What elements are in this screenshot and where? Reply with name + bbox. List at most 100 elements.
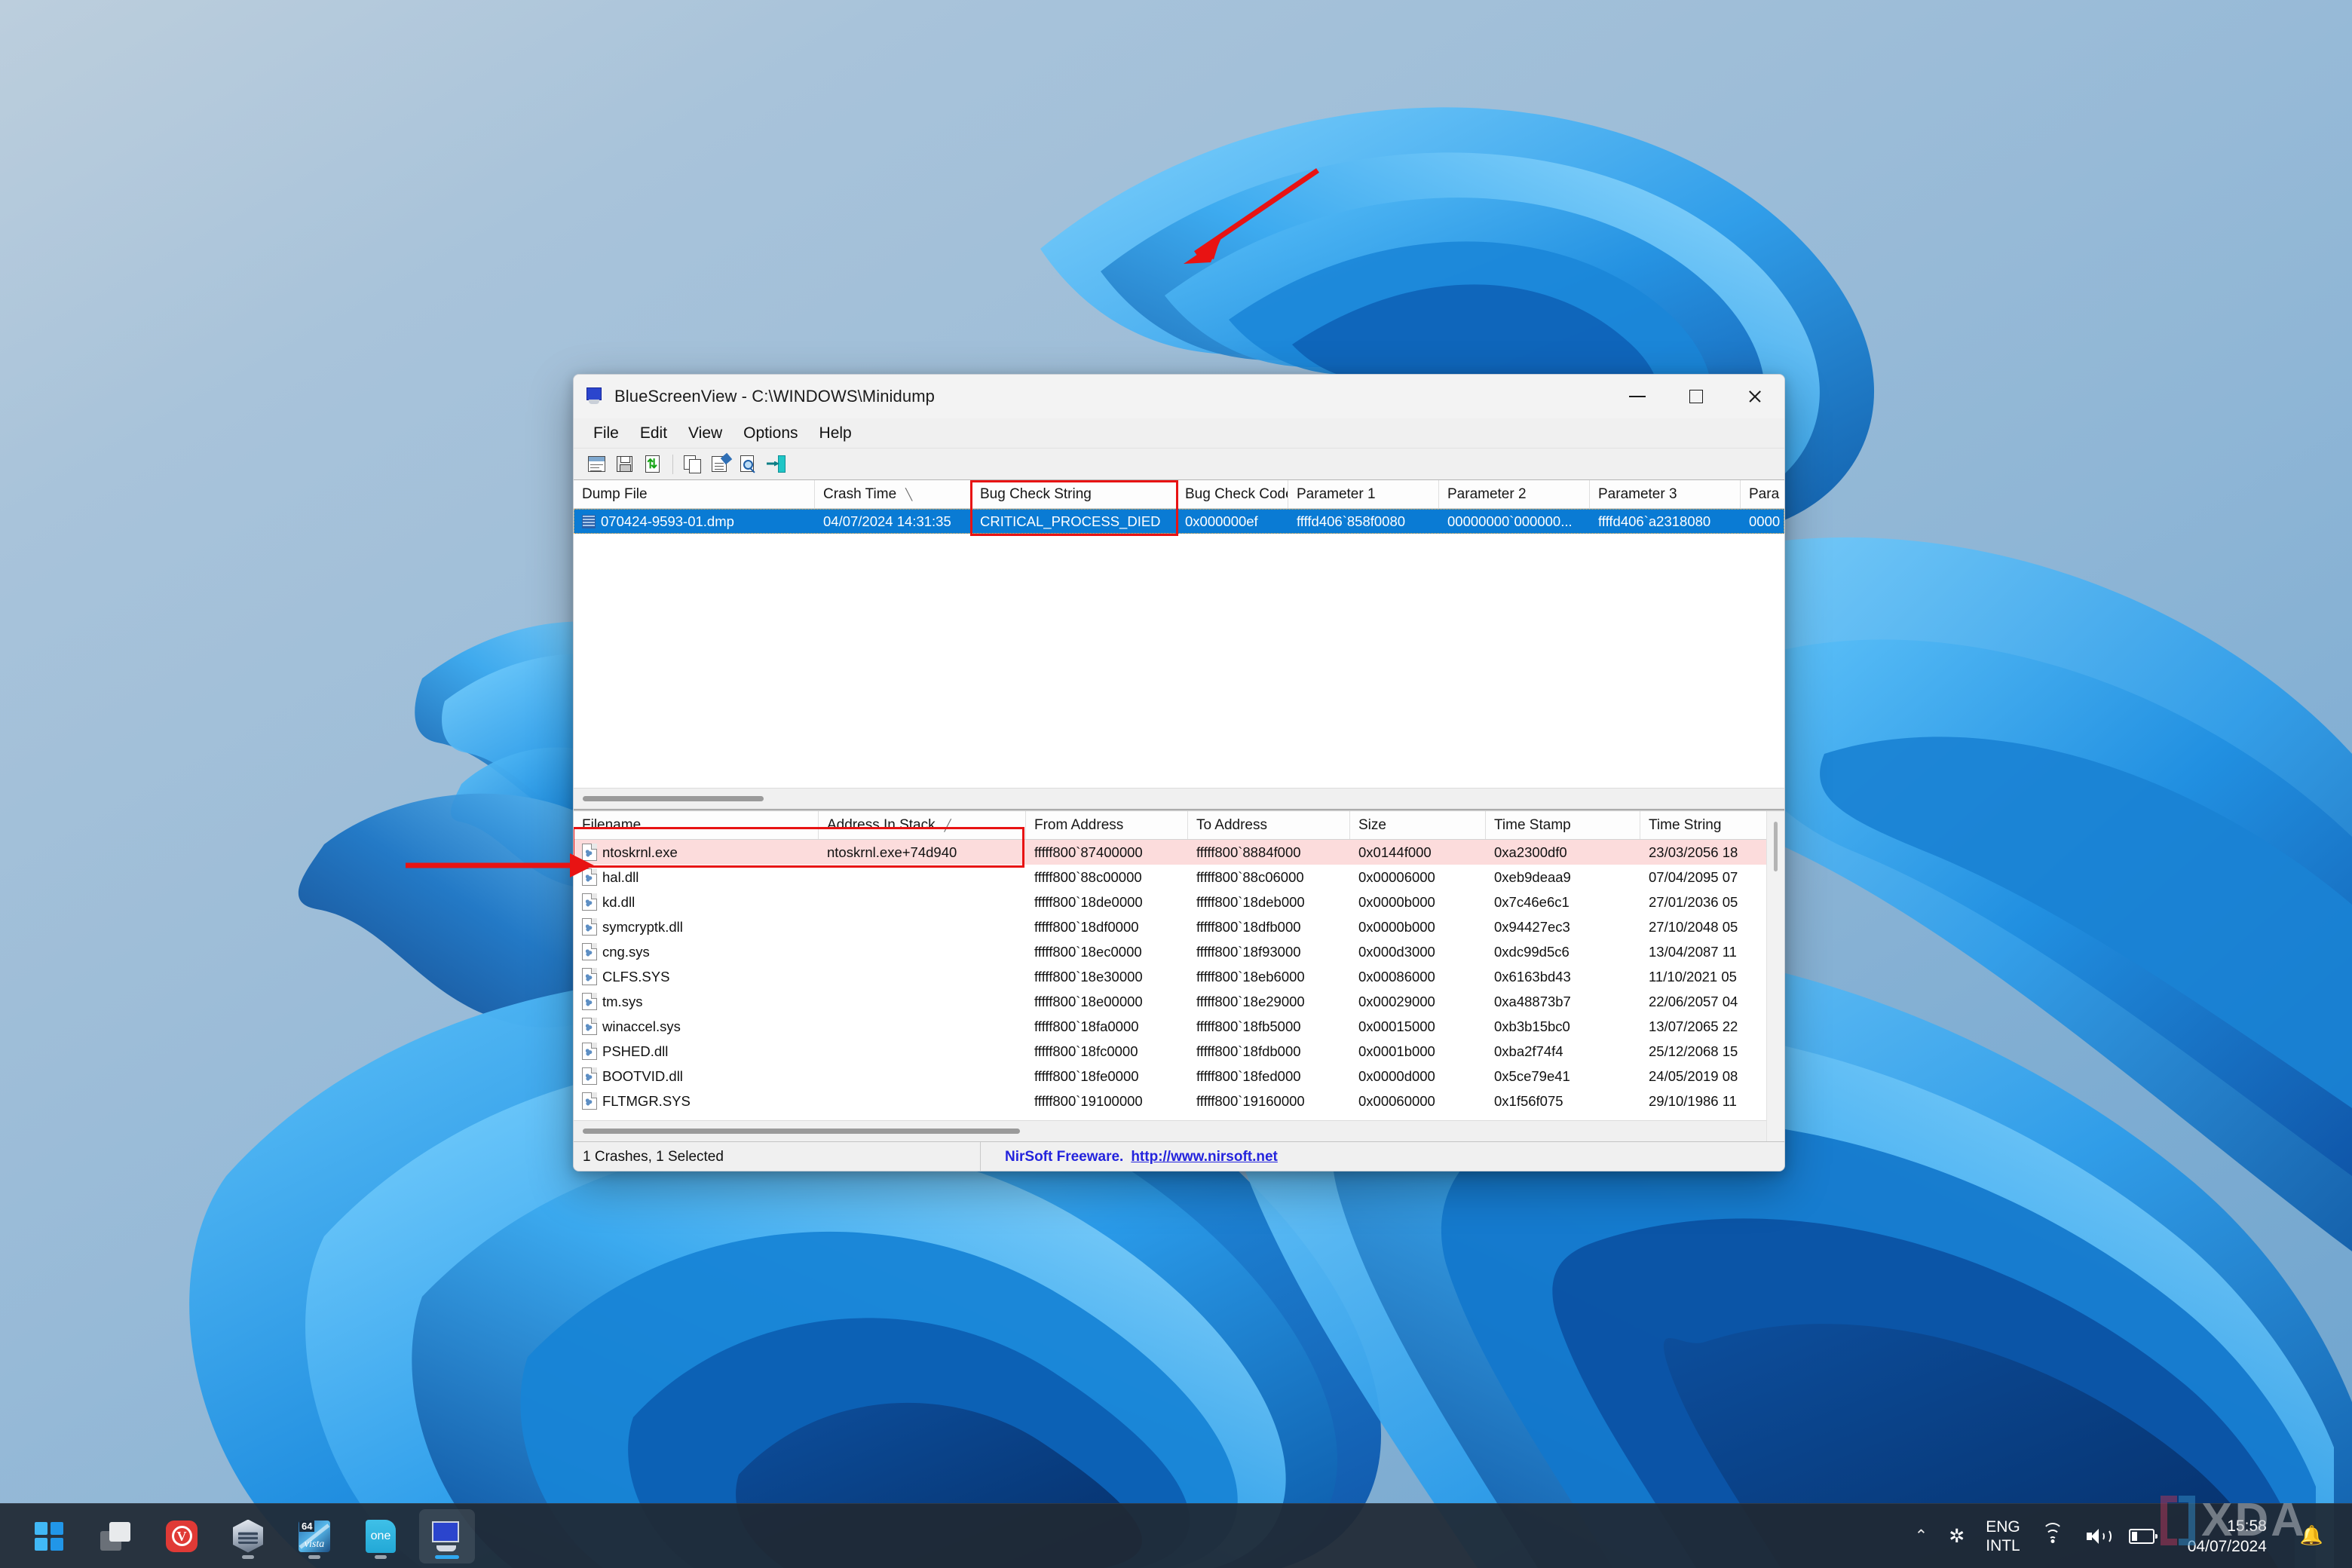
- module-table-row[interactable]: FLTMGR.SYS fffff800`19100000 fffff800`1916…: [574, 1089, 1784, 1113]
- vivaldi-button[interactable]: V: [154, 1509, 210, 1563]
- maximize-button[interactable]: [1667, 375, 1726, 418]
- menu-bar[interactable]: File Edit View Options Help: [574, 418, 1784, 449]
- minimize-button[interactable]: [1608, 375, 1667, 418]
- column-label: Parameter 1: [1297, 485, 1376, 502]
- cell-text: 0x0144f000: [1358, 844, 1432, 860]
- module-column-header-3[interactable]: To Address: [1188, 811, 1350, 839]
- cell-text: cng.sys: [602, 943, 650, 960]
- nirsoft-link[interactable]: NirSoft Freeware. http://www.nirsoft.net: [981, 1149, 1278, 1165]
- module-column-header-4[interactable]: Size: [1350, 811, 1486, 839]
- module-column-header-5[interactable]: Time Stamp: [1486, 811, 1640, 839]
- refresh-icon[interactable]: ⇅: [642, 454, 664, 475]
- vista64-button[interactable]: 64 vista: [286, 1509, 342, 1563]
- volume-button[interactable]: [2075, 1510, 2118, 1563]
- crash-column-header-5[interactable]: Parameter 2: [1439, 480, 1590, 508]
- toolbar[interactable]: ⇅: [574, 449, 1784, 480]
- cell-text: fffff800`18f93000: [1196, 943, 1301, 960]
- close-button[interactable]: [1726, 375, 1784, 418]
- lower-pane-mode-icon[interactable]: [586, 454, 608, 475]
- start-button[interactable]: [21, 1509, 77, 1563]
- crash-table-row[interactable]: 070424-9593-01.dmp 04/07/2024 14:31:35 CRI…: [574, 509, 1784, 534]
- menu-file[interactable]: File: [583, 422, 629, 445]
- taskbar-time: 15:58: [2227, 1517, 2267, 1535]
- crash-column-header-2[interactable]: Bug Check String: [972, 480, 1177, 508]
- cell-text: 24/05/2019 08: [1649, 1067, 1738, 1084]
- crash-column-header-0[interactable]: Dump File: [574, 480, 815, 508]
- find-icon[interactable]: [737, 454, 760, 475]
- module-table-row[interactable]: symcryptk.dll fffff800`18df0000 fffff800`1…: [574, 914, 1784, 939]
- cell-text: CLFS.SYS: [602, 968, 670, 985]
- module-table-row[interactable]: hal.dll fffff800`88c00000 fffff800`88c0600…: [574, 865, 1784, 890]
- cell-text: 0xa2300df0: [1494, 844, 1567, 860]
- copy-icon[interactable]: [681, 454, 704, 475]
- module-list-vscroll-thumb[interactable]: [1774, 822, 1778, 871]
- crash-list-panel[interactable]: Dump File Crash Time ╲ Bug Check String Bug …: [574, 480, 1784, 810]
- menu-help[interactable]: Help: [809, 422, 862, 445]
- crash-column-header-3[interactable]: Bug Check Code: [1177, 480, 1288, 508]
- cell-size: 0x0144f000: [1350, 844, 1486, 861]
- module-table-row[interactable]: cng.sys fffff800`18ec0000 fffff800`18f9300…: [574, 939, 1784, 964]
- save-icon[interactable]: [614, 454, 636, 475]
- virtualbox-button[interactable]: [220, 1509, 276, 1563]
- bluescreenview-button[interactable]: [419, 1508, 475, 1563]
- taskbar-app-buttons[interactable]: V 64 vista one: [21, 1508, 475, 1563]
- cell-from-address: fffff800`18de0000: [1026, 894, 1188, 911]
- crash-column-header-4[interactable]: Parameter 1: [1288, 480, 1439, 508]
- module-table-row[interactable]: ntoskrnl.exe ntoskrnl.exe+74d940 fffff800`…: [574, 840, 1784, 865]
- title-bar[interactable]: BlueScreenView - C:\WINDOWS\Minidump: [574, 375, 1784, 418]
- nirsoft-url[interactable]: http://www.nirsoft.net: [1131, 1149, 1278, 1165]
- module-table-row[interactable]: kd.dll fffff800`18de0000 fffff800`18deb000…: [574, 890, 1784, 914]
- cell-text: 0000: [1749, 513, 1781, 529]
- exit-icon[interactable]: [765, 454, 788, 475]
- module-column-header-1[interactable]: Address In Stack ╱: [819, 811, 1026, 839]
- crash-list-header[interactable]: Dump File Crash Time ╲ Bug Check String Bug …: [574, 480, 1784, 509]
- system-tray[interactable]: ⌃ ✲ ENG INTL 15:58 04/07/2024 🔔: [1904, 1510, 2334, 1563]
- module-list-hscroll-thumb[interactable]: [583, 1129, 1020, 1134]
- notifications-button[interactable]: 🔔: [2289, 1510, 2334, 1563]
- module-list-body[interactable]: ntoskrnl.exe ntoskrnl.exe+74d940 fffff800`…: [574, 840, 1784, 1113]
- column-label: Para: [1749, 485, 1780, 502]
- properties-icon[interactable]: [709, 452, 733, 475]
- module-table-row[interactable]: winaccel.sys fffff800`18fa0000 fffff800`18…: [574, 1014, 1784, 1039]
- cell-size: 0x00029000: [1350, 994, 1486, 1010]
- window-controls[interactable]: [1608, 375, 1784, 418]
- onenote-button[interactable]: one: [353, 1509, 409, 1563]
- monitor-bluescreen-icon: [586, 387, 605, 406]
- crash-column-header-7[interactable]: Para: [1741, 480, 1784, 508]
- taskbar[interactable]: V 64 vista one ⌃ ✲ ENG INTL 15:58 04/07/…: [0, 1503, 2352, 1568]
- cell-text: fffff800`18dfb000: [1196, 918, 1301, 935]
- cell-to-address: fffff800`19160000: [1188, 1093, 1350, 1110]
- crash-column-header-1[interactable]: Crash Time ╲: [815, 480, 972, 508]
- cell-text: ffffd406`858f0080: [1297, 513, 1406, 529]
- clock-button[interactable]: 15:58 04/07/2024: [2165, 1510, 2289, 1563]
- network-button[interactable]: [2031, 1510, 2075, 1563]
- module-column-header-6[interactable]: Time String: [1640, 811, 1776, 839]
- crash-list-hscroll-thumb[interactable]: [583, 796, 764, 801]
- module-list-panel[interactable]: Filename Address In Stack ╱ From Address To …: [574, 810, 1784, 1141]
- crash-list-body[interactable]: 070424-9593-01.dmp 04/07/2024 14:31:35 CRI…: [574, 509, 1784, 534]
- cell-time-stamp: 0x94427ec3: [1486, 919, 1640, 936]
- crash-list-hscrollbar[interactable]: [574, 788, 1784, 809]
- windows-spotlight-button[interactable]: ✲: [1938, 1510, 1975, 1563]
- language-indicator[interactable]: ENG INTL: [1975, 1510, 2031, 1563]
- module-table-row[interactable]: CLFS.SYS fffff800`18e30000 fffff800`18eb60…: [574, 964, 1784, 989]
- module-column-header-0[interactable]: Filename: [574, 811, 819, 839]
- module-column-header-2[interactable]: From Address: [1026, 811, 1188, 839]
- cell-time-stamp: 0xdc99d5c6: [1486, 944, 1640, 960]
- module-list-header[interactable]: Filename Address In Stack ╱ From Address To …: [574, 811, 1784, 840]
- module-list-hscrollbar[interactable]: [574, 1120, 1766, 1141]
- crash-column-header-6[interactable]: Parameter 3: [1590, 480, 1741, 508]
- column-label: Time Stamp: [1494, 816, 1571, 833]
- bluescreenview-window[interactable]: BlueScreenView - C:\WINDOWS\Minidump Fil…: [573, 374, 1785, 1171]
- menu-options[interactable]: Options: [733, 422, 808, 445]
- cell-text: 25/12/2068 15: [1649, 1043, 1738, 1059]
- module-table-row[interactable]: tm.sys fffff800`18e00000 fffff800`18e29000…: [574, 989, 1784, 1014]
- battery-button[interactable]: [2118, 1510, 2165, 1563]
- module-table-row[interactable]: BOOTVID.dll fffff800`18fe0000 fffff800`18f…: [574, 1064, 1784, 1089]
- module-table-row[interactable]: PSHED.dll fffff800`18fc0000 fffff800`18fdb…: [574, 1039, 1784, 1064]
- task-view-button[interactable]: [87, 1509, 143, 1563]
- module-list-vscrollbar[interactable]: [1766, 811, 1784, 1141]
- menu-view[interactable]: View: [678, 422, 733, 445]
- menu-edit[interactable]: Edit: [629, 422, 678, 445]
- show-hidden-icons-button[interactable]: ⌃: [1904, 1510, 1939, 1563]
